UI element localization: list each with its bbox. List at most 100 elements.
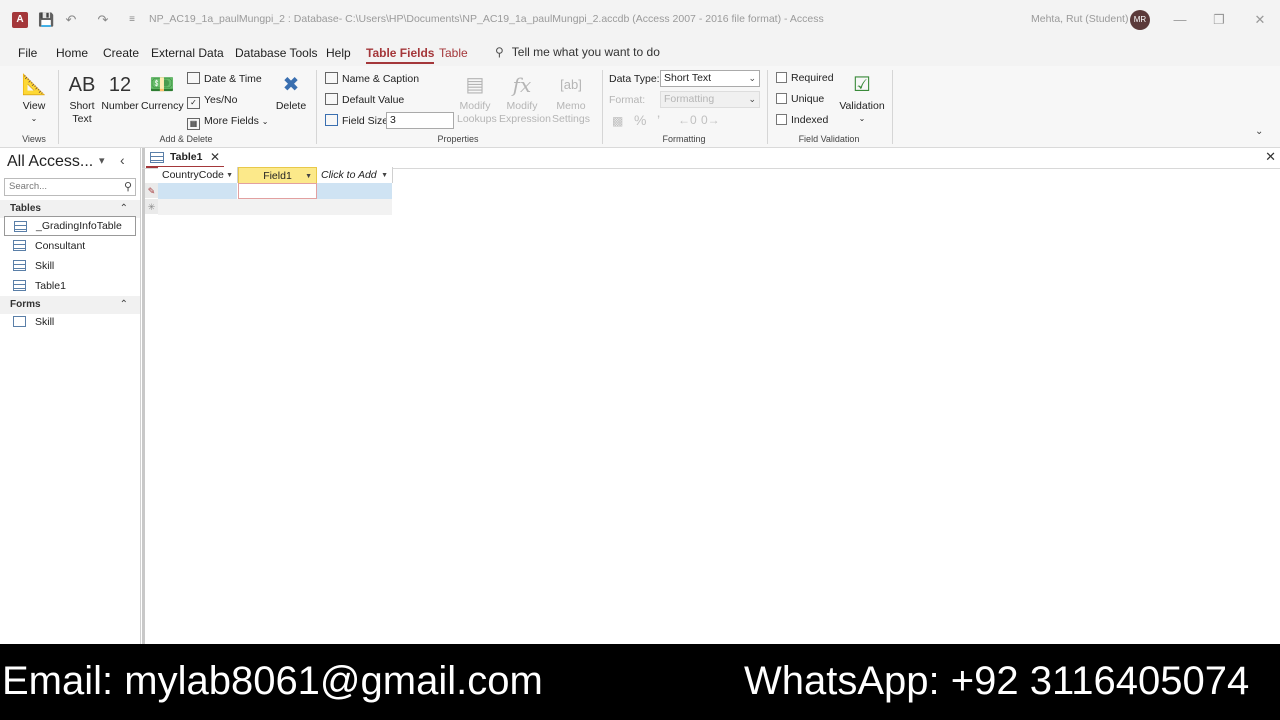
default-value-label: Default Value: [342, 94, 405, 106]
modify-lookups-button[interactable]: ▤ Modify Lookups: [456, 70, 497, 126]
comma-icon[interactable]: ’: [657, 112, 660, 128]
tab-database-tools[interactable]: Database Tools: [235, 46, 318, 60]
format-label: Format:: [609, 94, 646, 106]
close-tab-icon[interactable]: ✕: [210, 149, 220, 166]
user-name[interactable]: Mehta, Rut (Student): [1031, 13, 1128, 25]
collapse-ribbon-icon[interactable]: ⌄: [1255, 126, 1263, 137]
column-header-label: Field1: [263, 170, 292, 182]
table-icon: [13, 280, 26, 291]
tab-help[interactable]: Help: [326, 46, 351, 60]
group-properties-label: Properties: [437, 134, 479, 144]
format-value: Formatting: [664, 93, 715, 105]
window-title: NP_AC19_1a_paulMungpi_2 : Database- C:\U…: [149, 13, 824, 25]
collapse-pane-icon[interactable]: ‹: [120, 152, 125, 168]
field-size-input[interactable]: 3: [386, 112, 454, 129]
close-icon[interactable]: ✕: [1250, 12, 1270, 28]
date-time-button[interactable]: Date & Time: [187, 71, 262, 87]
more-fields-label: More Fields: [204, 115, 259, 127]
nav-item-label: Skill: [35, 316, 55, 328]
decrease-decimals-icon[interactable]: 0→: [701, 113, 720, 127]
contact-banner: Email: mylab8061@gmail.com WhatsApp: +92…: [0, 644, 1280, 720]
save-icon[interactable]: 💾: [38, 12, 54, 28]
short-text-button[interactable]: AB Short Text: [64, 70, 100, 126]
delete-button[interactable]: ✖ Delete: [272, 70, 310, 112]
nav-item-label: Consultant: [35, 240, 86, 252]
field-size-label: Field Size: [342, 115, 389, 127]
avatar[interactable]: MR: [1130, 10, 1150, 30]
dropdown-arrow-icon[interactable]: ▼: [381, 167, 388, 184]
modify-expression-button[interactable]: fx Modify Expression: [498, 70, 551, 126]
default-value-icon: [325, 93, 338, 105]
tab-create[interactable]: Create: [103, 46, 139, 60]
currency-format-icon[interactable]: ▩: [612, 114, 623, 128]
increase-decimals-icon[interactable]: ←0: [678, 113, 697, 127]
checkbox-icon: ✓: [187, 97, 200, 109]
tab-external-data[interactable]: External Data: [151, 46, 224, 60]
customize-toolbar-icon[interactable]: ≡: [126, 12, 138, 28]
memo-settings-button[interactable]: [ab] Memo Settings: [548, 70, 594, 126]
redo-icon[interactable]: ↷: [94, 12, 112, 28]
nav-item-gradinginfotable[interactable]: _GradingInfoTable: [4, 216, 136, 236]
table-row-new[interactable]: [158, 199, 393, 215]
minimize-icon[interactable]: —: [1170, 12, 1190, 28]
required-label: Required: [791, 72, 834, 84]
data-type-select[interactable]: Short Text ⌄: [660, 70, 760, 87]
yes-no-label: Yes/No: [204, 94, 238, 106]
nav-item-consultant[interactable]: Consultant: [4, 236, 136, 256]
table-cell[interactable]: [158, 183, 238, 199]
format-select[interactable]: Formatting ⌄: [660, 91, 760, 108]
name-caption-button[interactable]: Name & Caption: [325, 71, 419, 87]
required-checkbox[interactable]: Required: [776, 72, 834, 84]
nav-item-skill-table[interactable]: Skill: [4, 256, 136, 276]
document-tab-table1[interactable]: Table1 ✕: [146, 149, 224, 168]
banner-email: Email: mylab8061@gmail.com: [2, 659, 543, 703]
nav-menu-icon[interactable]: ▾: [99, 154, 105, 167]
search-input[interactable]: Search... ⚲: [4, 178, 136, 196]
unique-checkbox[interactable]: Unique: [776, 93, 824, 105]
tab-home[interactable]: Home: [56, 46, 88, 60]
tab-file[interactable]: File: [18, 46, 37, 60]
default-value-button[interactable]: Default Value: [325, 92, 404, 108]
table-cell[interactable]: [317, 183, 393, 199]
row-selector-editing[interactable]: ✎: [145, 183, 158, 199]
number-icon: 12: [108, 74, 132, 96]
percent-icon[interactable]: %: [634, 112, 646, 128]
short-text-label: Short Text: [69, 100, 95, 125]
group-formatting-label: Formatting: [662, 134, 706, 144]
nav-pane-title[interactable]: All Access...: [7, 153, 93, 171]
nav-item-table1[interactable]: Table1: [4, 276, 136, 296]
table-icon: [13, 240, 26, 251]
yes-no-button[interactable]: ✓ Yes/No: [187, 92, 238, 109]
group-separator: [892, 70, 893, 144]
tab-table[interactable]: Table: [439, 46, 468, 60]
indexed-checkbox[interactable]: Indexed: [776, 114, 828, 126]
ribbon-tab-bar: File Home Create External Data Database …: [0, 40, 1280, 66]
table-icon: [150, 152, 164, 163]
field-size-icon: [325, 114, 338, 126]
restore-icon[interactable]: ❐: [1209, 12, 1229, 28]
data-type-value: Short Text: [664, 72, 712, 84]
view-button[interactable]: 📐 View ⌄: [14, 70, 54, 124]
close-document-icon[interactable]: ✕: [1265, 149, 1276, 165]
date-time-label: Date & Time: [204, 73, 262, 85]
dropdown-arrow-icon[interactable]: ▼: [226, 167, 233, 184]
memo-icon: [ab]: [560, 77, 582, 92]
search-icon: ⚲: [123, 181, 132, 193]
chevron-down-icon: ⌄: [748, 73, 756, 83]
tell-me-search[interactable]: ⚲ Tell me what you want to do: [495, 45, 660, 59]
validation-button[interactable]: ☑ Validation ⌄: [836, 70, 888, 124]
search-icon: ⚲: [495, 45, 504, 59]
currency-button[interactable]: 💵 Currency: [141, 70, 184, 112]
nav-item-label: Skill: [35, 260, 55, 272]
column-header-click-to-add[interactable]: Click to Add ▼: [317, 167, 393, 184]
data-type-label: Data Type:: [609, 73, 660, 85]
nav-item-skill-form[interactable]: Skill: [4, 312, 136, 332]
table-cell-active[interactable]: [238, 183, 317, 199]
undo-icon[interactable]: ↶: [62, 12, 80, 28]
column-header-countrycode[interactable]: CountryCode ▼: [158, 167, 238, 184]
row-selector-new[interactable]: ✳: [145, 199, 158, 215]
more-fields-button[interactable]: ▦ More Fields ⌄: [187, 113, 268, 130]
tab-table-fields[interactable]: Table Fields: [366, 46, 435, 64]
column-header-field1[interactable]: Field1 ▼: [238, 167, 317, 184]
number-button[interactable]: 12 Number: [100, 70, 140, 112]
